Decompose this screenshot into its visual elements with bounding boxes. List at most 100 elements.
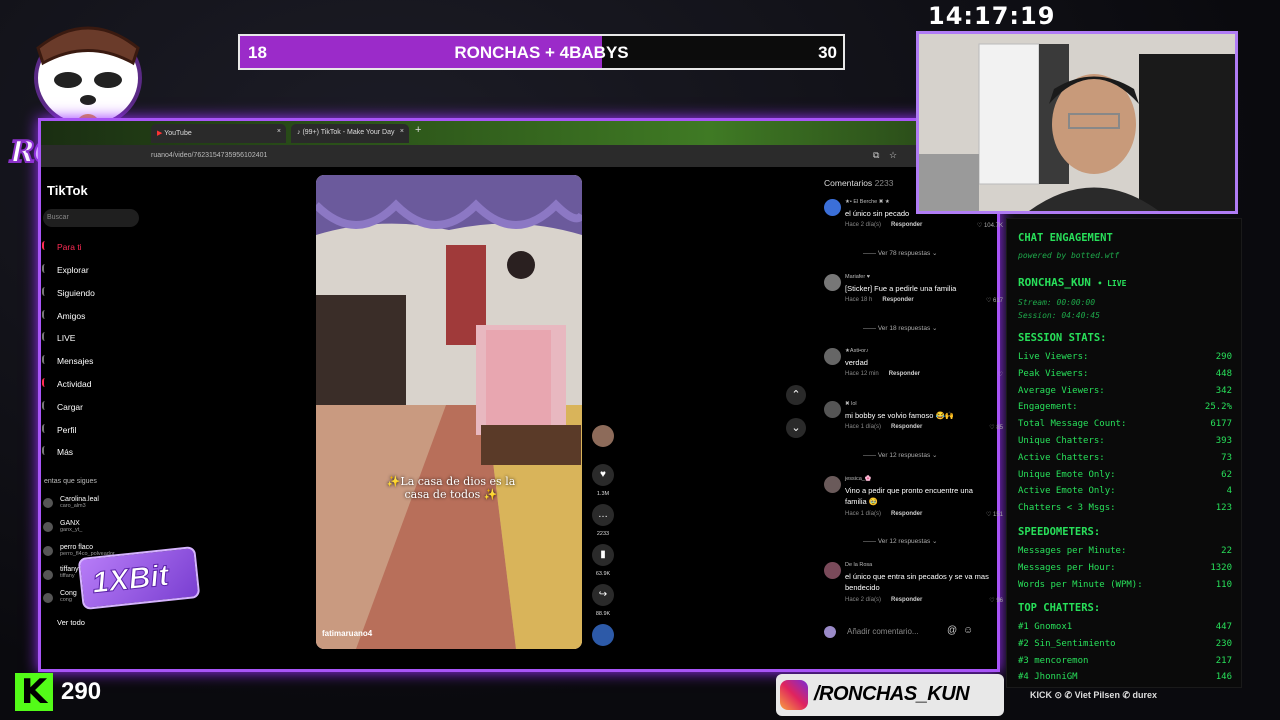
- nav-cargar[interactable]: Cargar: [57, 402, 83, 412]
- comment-likes[interactable]: ♡ 104.7K: [977, 222, 1003, 229]
- stream-time: Stream: 00:00:00: [1018, 298, 1096, 307]
- goal-target: 30: [818, 43, 837, 62]
- reply-button[interactable]: Responder: [891, 511, 922, 517]
- nav-para-ti[interactable]: Para ti: [57, 242, 82, 252]
- chat-engagement-panel: CHAT ENGAGEMENT powered by botted.wtf RO…: [1006, 218, 1242, 688]
- emoji-icon[interactable]: ☺: [963, 625, 973, 636]
- comment-text: el único que entra sin pecados y se va m…: [845, 572, 989, 593]
- nav-perfil[interactable]: Perfil: [57, 425, 76, 435]
- view-replies-button[interactable]: —— Ver 18 respuestas ⌄: [863, 324, 937, 332]
- following-icon: [42, 287, 48, 296]
- reply-button[interactable]: Responder: [891, 222, 922, 228]
- bookmark-star-icon[interactable]: ☆: [889, 150, 897, 161]
- music-disc-icon[interactable]: [592, 624, 614, 646]
- stat-row: Chatters < 3 Msgs: 123: [1018, 503, 1232, 513]
- stat-row: Unique Chatters: 393: [1018, 436, 1232, 446]
- avatar[interactable]: [824, 348, 841, 365]
- comment-icon[interactable]: …: [592, 504, 614, 526]
- chevron-down-icon[interactable]: ⌄: [786, 418, 806, 438]
- nav-mensajes[interactable]: Mensajes: [57, 356, 93, 366]
- comment-text: verdad: [845, 358, 868, 367]
- comment-likes[interactable]: ♡ 617: [986, 297, 1003, 304]
- comments-count: 2233: [874, 178, 894, 188]
- heart-icon[interactable]: ♥: [592, 464, 614, 486]
- comment-input[interactable]: Añadir comentario...: [847, 627, 919, 636]
- comment-user[interactable]: De la Rosa: [845, 562, 995, 568]
- stat-row: Messages per Minute: 22: [1018, 546, 1232, 556]
- kick-viewer-counter: K 290: [15, 673, 115, 711]
- video-author[interactable]: fatimaruano4: [322, 629, 372, 638]
- live-icon: [42, 332, 48, 341]
- address-bar[interactable]: ruano4/video/7623154735956102401 ⧉ ☆: [41, 145, 997, 167]
- nav-actividad[interactable]: Actividad: [57, 379, 92, 389]
- replies-label: Ver 18 respuestas: [877, 325, 931, 332]
- url-text: ruano4/video/7623154735956102401: [151, 152, 268, 159]
- account-handle: cong: [60, 597, 72, 603]
- explore-icon: [42, 264, 48, 273]
- webcam-feed: [916, 31, 1238, 214]
- comment-user[interactable]: jessica_🌸: [845, 476, 995, 482]
- followed-account[interactable]: Carolina.leal caro_alm3: [60, 496, 99, 509]
- stat-label: Live Viewers:: [1018, 352, 1089, 362]
- avatar[interactable]: [824, 562, 841, 579]
- reply-button[interactable]: Responder: [889, 371, 920, 377]
- reply-button[interactable]: Responder: [882, 297, 913, 303]
- view-replies-button[interactable]: —— Ver 12 respuestas ⌄: [863, 451, 937, 459]
- tab-tiktok[interactable]: ♪ (99+) TikTok - Make Your Day ×: [291, 124, 409, 143]
- comment-user[interactable]: ✖ lol: [845, 401, 995, 407]
- see-all-link[interactable]: Ver todo: [57, 618, 85, 627]
- avatar: [43, 498, 53, 508]
- avatar[interactable]: [824, 401, 841, 418]
- comment-text: [Sticker] Fue a pedirle una familia: [845, 284, 957, 293]
- comment-text: Vino a pedir que pronto encuentre una fa…: [845, 486, 973, 507]
- viewer-count: 290: [61, 678, 102, 705]
- view-replies-button[interactable]: —— Ver 12 respuestas ⌄: [863, 537, 937, 545]
- profile-icon: [42, 424, 48, 433]
- avatar[interactable]: [824, 274, 841, 291]
- comment-time: Hace 1 día(s): [845, 510, 882, 517]
- new-tab-button[interactable]: +: [415, 124, 421, 136]
- activity-icon: [42, 378, 48, 387]
- nav-live[interactable]: LIVE: [57, 333, 75, 343]
- sticker-text: 1XBit: [90, 558, 171, 600]
- video-caption: ✨La casa de dios es la casa de todos ✨: [386, 475, 516, 501]
- avatar[interactable]: [824, 476, 841, 493]
- install-icon[interactable]: ⧉: [873, 150, 879, 161]
- comment-likes[interactable]: ♡ 151: [986, 511, 1003, 518]
- view-replies-button[interactable]: —— Ver 78 respuestas ⌄: [863, 249, 937, 257]
- stat-value: 62: [1221, 469, 1232, 480]
- reply-button[interactable]: Responder: [891, 424, 922, 430]
- avatar[interactable]: [824, 199, 841, 216]
- like-count: 85: [996, 425, 1003, 432]
- nav-amigos[interactable]: Amigos: [57, 311, 85, 321]
- share-icon[interactable]: ↪: [592, 584, 614, 606]
- video-player[interactable]: ✨La casa de dios es la casa de todos ✨ f…: [316, 175, 582, 649]
- search-input[interactable]: Buscar: [43, 209, 139, 227]
- followed-account[interactable]: GANX ganx_yt_: [60, 520, 82, 533]
- close-icon[interactable]: ×: [400, 128, 404, 135]
- nav-siguiendo[interactable]: Siguiendo: [57, 288, 95, 298]
- nav-mas[interactable]: Más: [57, 447, 73, 457]
- comment-time: Hace 2 día(s): [845, 222, 882, 229]
- nav-explorar[interactable]: Explorar: [57, 265, 89, 275]
- tab-youtube[interactable]: ▶ YouTube ×: [151, 124, 286, 143]
- bookmark-icon[interactable]: ▮: [592, 544, 614, 566]
- channel-name: RONCHAS_KUN • LIVE: [1018, 276, 1126, 289]
- comment-likes[interactable]: ♡: [998, 371, 1003, 378]
- tiktok-logo[interactable]: TikTok: [47, 183, 88, 198]
- panel-title: CHAT ENGAGEMENT: [1018, 232, 1113, 244]
- comment-likes[interactable]: ♡ 85: [989, 424, 1003, 431]
- share-count: 88.9K: [595, 611, 611, 617]
- close-icon[interactable]: ×: [277, 128, 281, 135]
- chevron-up-icon[interactable]: ⌃: [786, 385, 806, 405]
- comment-likes[interactable]: ♡ 96: [989, 597, 1003, 604]
- reply-button[interactable]: Responder: [891, 597, 922, 603]
- mention-icon[interactable]: @: [947, 625, 957, 636]
- followed-account[interactable]: tiffany tiffany: [60, 566, 79, 579]
- comment-user[interactable]: ★Asti•or♪: [845, 348, 995, 354]
- comment-user[interactable]: Mariafer ♥: [845, 274, 995, 280]
- author-avatar[interactable]: [592, 425, 614, 447]
- stat-label: Messages per Hour:: [1018, 562, 1116, 573]
- comment-time: Hace 12 min: [845, 371, 879, 378]
- followed-account[interactable]: Cong cong: [60, 590, 77, 603]
